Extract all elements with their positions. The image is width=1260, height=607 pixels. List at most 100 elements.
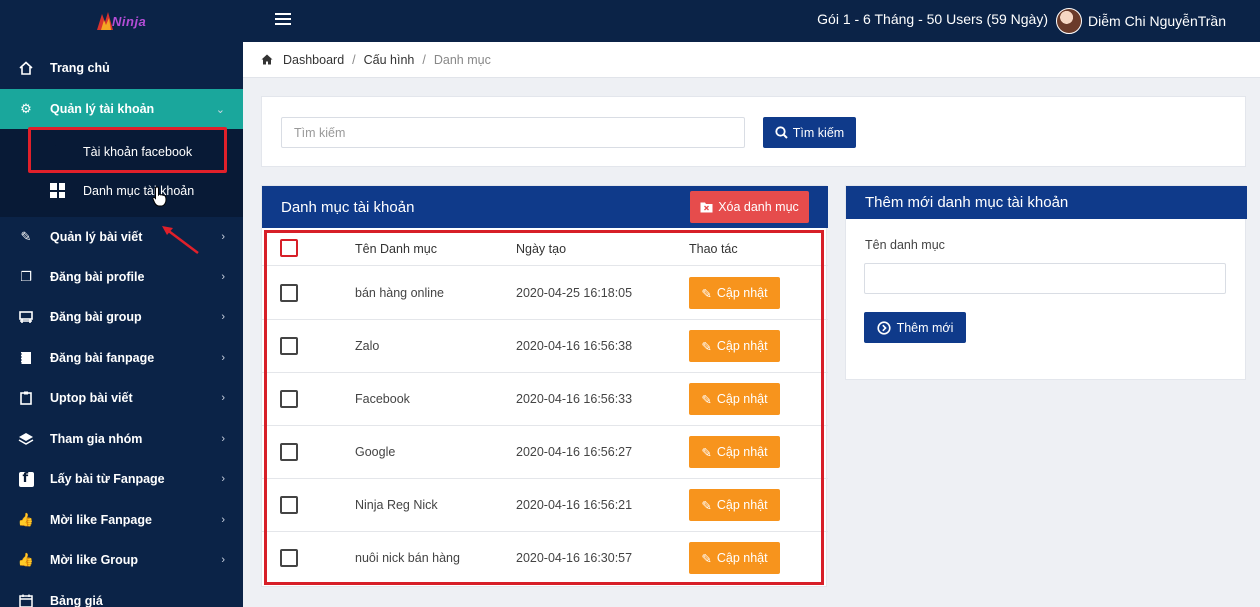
breadcrumb-separator: /	[352, 52, 356, 67]
update-button[interactable]: ✎ Cập nhật	[689, 436, 780, 468]
chevron-right-icon: ›	[221, 433, 225, 445]
table-row: Zalo 2020-04-16 16:56:38 ✎ Cập nhật	[262, 320, 828, 373]
table-row: bán hàng online 2020-04-25 16:18:05 ✎ Cập…	[262, 267, 828, 320]
logo-text: Ninja	[112, 14, 147, 29]
update-button[interactable]: ✎ Cập nhật	[689, 277, 780, 309]
sidebar-item-account-management[interactable]: ⚙ Quản lý tài khoản ⌄	[0, 89, 243, 129]
submenu-item-account-categories[interactable]: Danh mục tài khoản	[0, 174, 243, 208]
update-button-label: Cập nhật	[716, 498, 768, 512]
edit-icon: ✎	[701, 551, 712, 566]
category-list-card: Danh mục tài khoản Xóa danh mục Tên Danh…	[261, 185, 828, 587]
search-icon	[775, 126, 788, 139]
breadcrumb-item-config[interactable]: Cấu hình	[364, 53, 415, 67]
update-button-label: Cập nhật	[716, 392, 768, 406]
sidebar-item-group-post[interactable]: Đăng bài group ›	[0, 297, 243, 337]
row-checkbox[interactable]	[280, 549, 298, 567]
row-checkbox[interactable]	[280, 496, 298, 514]
category-name: Facebook	[355, 392, 410, 406]
row-checkbox[interactable]	[280, 337, 298, 355]
delete-category-button[interactable]: Xóa danh mục	[690, 191, 809, 223]
edit-icon: ✎	[701, 286, 712, 301]
sidebar-item-invite-like-group[interactable]: 👍 Mời like Group ›	[0, 540, 243, 580]
add-category-title: Thêm mới danh mục tài khoản	[865, 194, 1069, 211]
chevron-right-icon: ›	[221, 231, 225, 243]
column-header-date: Ngày tạo	[516, 242, 567, 256]
row-checkbox[interactable]	[280, 284, 298, 302]
sidebar-item-invite-like-fanpage[interactable]: 👍 Mời like Fanpage ›	[0, 500, 243, 540]
table-header: Tên Danh mục Ngày tạo Thao tác	[262, 232, 828, 266]
category-list-title: Danh mục tài khoản	[281, 199, 415, 216]
facebook-icon	[50, 144, 66, 160]
sidebar-item-profile-post[interactable]: ❐ Đăng bài profile ›	[0, 257, 243, 297]
update-button[interactable]: ✎ Cập nhật	[689, 489, 780, 521]
plan-info: Gói 1 - 6 Tháng - 50 Users (59 Ngày)	[817, 11, 1048, 27]
breadcrumb: Dashboard / Cấu hình / Danh mục	[243, 42, 1260, 78]
user-name: Diễm Chi NguyễnTrần	[1088, 13, 1226, 29]
sidebar-item-label: Đăng bài fanpage	[50, 351, 155, 365]
column-header-name: Tên Danh mục	[355, 242, 437, 256]
sidebar-item-uptop-post[interactable]: Uptop bài viết ›	[0, 378, 243, 418]
group-icon	[19, 311, 33, 323]
edit-icon: ✎	[701, 339, 712, 354]
update-button[interactable]: ✎ Cập nhật	[689, 383, 780, 415]
delete-folder-icon	[700, 202, 713, 213]
category-name: Google	[355, 445, 396, 459]
hand-cursor-icon	[152, 186, 167, 207]
user-menu[interactable]: Diễm Chi NguyễnTrần	[1056, 6, 1226, 36]
sidebar-item-label: Quản lý bài viết	[50, 230, 143, 244]
grid-icon	[50, 183, 66, 199]
sidebar-item-label: Mời like Group	[50, 553, 139, 567]
update-button[interactable]: ✎ Cập nhật	[689, 330, 780, 362]
menu-toggle-icon[interactable]	[275, 13, 291, 27]
sidebar-item-fetch-fanpage[interactable]: Lấy bài từ Fanpage ›	[0, 459, 243, 499]
row-checkbox[interactable]	[280, 443, 298, 461]
chevron-right-icon: ›	[221, 514, 225, 526]
edit-icon: ✎	[701, 445, 712, 460]
select-all-checkbox[interactable]	[280, 239, 298, 257]
facebook-icon	[18, 471, 34, 487]
submenu-item-facebook-accounts[interactable]: Tài khoản facebook	[0, 135, 243, 169]
sidebar-item-pricing[interactable]: Bảng giá	[0, 581, 243, 607]
sidebar-item-label: Tham gia nhóm	[50, 432, 143, 446]
category-name: nuôi nick bán hàng	[355, 551, 460, 565]
sidebar-item-fanpage-post[interactable]: Đăng bài fanpage ›	[0, 338, 243, 378]
add-new-label: Thêm mới	[896, 320, 954, 335]
sidebar-item-post-management[interactable]: ✎ Quản lý bài viết ›	[0, 217, 243, 257]
breadcrumb-separator: /	[422, 52, 426, 67]
add-category-card: Thêm mới danh mục tài khoản Tên danh mục…	[845, 185, 1247, 380]
column-header-action: Thao tác	[689, 242, 738, 256]
table-row: Facebook 2020-04-16 16:56:33 ✎ Cập nhật	[262, 373, 828, 426]
submenu-account-management: Tài khoản facebook Danh mục tài khoản	[0, 129, 243, 217]
category-name: Zalo	[355, 339, 380, 353]
category-name: bán hàng online	[355, 286, 444, 300]
row-checkbox[interactable]	[280, 390, 298, 408]
add-new-button[interactable]: Thêm mới	[864, 312, 966, 343]
chevron-right-icon: ›	[221, 352, 225, 364]
logo[interactable]: Ninja	[92, 6, 154, 34]
update-button[interactable]: ✎ Cập nhật	[689, 542, 780, 574]
edit-icon: ✎	[701, 392, 712, 407]
sidebar-item-join-group[interactable]: Tham gia nhóm ›	[0, 419, 243, 459]
search-card: Tìm kiếm	[261, 96, 1246, 167]
home-icon[interactable]	[261, 54, 273, 65]
update-button-label: Cập nhật	[716, 445, 768, 459]
category-date: 2020-04-16 16:56:27	[516, 445, 633, 459]
category-name-input[interactable]	[864, 263, 1226, 294]
chevron-right-icon: ›	[221, 311, 225, 323]
add-category-header: Thêm mới danh mục tài khoản	[846, 186, 1247, 219]
chevron-down-icon: ⌄	[215, 103, 225, 116]
table-row: nuôi nick bán hàng 2020-04-16 16:30:57 ✎…	[262, 532, 828, 585]
search-input[interactable]	[281, 117, 745, 148]
top-bar: Ninja Gói 1 - 6 Tháng - 50 Users (59 Ngà…	[0, 0, 1260, 42]
update-button-label: Cập nhật	[716, 339, 768, 353]
gear-icon: ⚙	[20, 101, 32, 116]
chevron-right-icon: ›	[221, 271, 225, 283]
sidebar-item-home[interactable]: Trang chủ	[0, 48, 243, 88]
search-button[interactable]: Tìm kiếm	[763, 117, 856, 148]
breadcrumb-item-dashboard[interactable]: Dashboard	[283, 53, 344, 67]
category-list-header: Danh mục tài khoản Xóa danh mục	[262, 186, 828, 228]
arrow-circle-right-icon	[876, 320, 891, 335]
category-date: 2020-04-25 16:18:05	[516, 286, 633, 300]
home-icon	[19, 61, 33, 75]
search-button-label: Tìm kiếm	[792, 125, 845, 140]
